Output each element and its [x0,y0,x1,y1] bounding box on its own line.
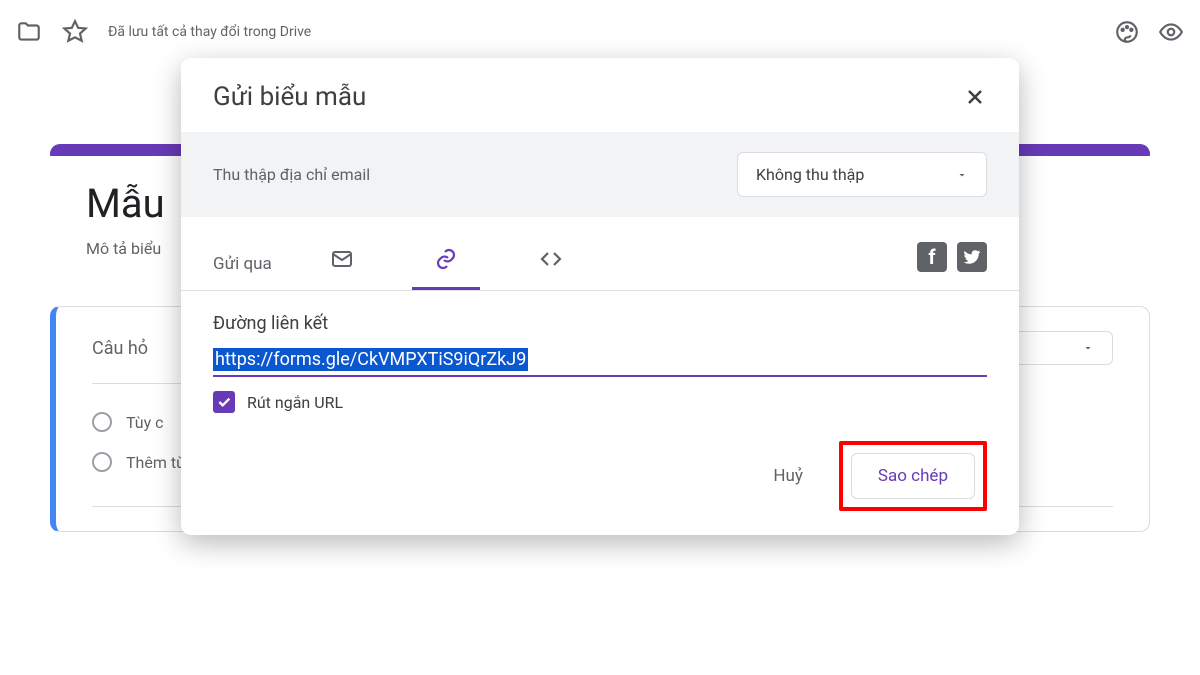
collect-email-row: Thu thập địa chỉ email Không thu thập [181,132,1019,217]
modal-title: Gửi biểu mẫu [213,82,366,112]
collect-email-value: Không thu thập [756,165,864,184]
cancel-button[interactable]: Huỷ [757,456,819,496]
link-input-value: https://forms.gle/CkVMPXTiS9iQrZkJ9 [213,348,528,371]
copy-button-highlight: Sao chép [839,441,987,511]
send-via-label: Gửi qua [213,254,272,274]
send-form-modal: Gửi biểu mẫu Thu thập địa chỉ email Khôn… [181,58,1019,535]
close-icon[interactable] [963,85,987,109]
share-facebook-button[interactable]: f [917,242,947,272]
share-twitter-button[interactable] [957,242,987,272]
tab-link[interactable] [412,237,480,290]
link-section-label: Đường liên kết [213,313,987,334]
tab-email[interactable] [308,237,376,290]
tab-embed[interactable] [516,237,586,290]
collect-email-select[interactable]: Không thu thập [737,152,987,197]
collect-email-label: Thu thập địa chỉ email [213,165,370,184]
copy-button[interactable]: Sao chép [851,453,975,499]
shorten-url-label: Rút ngắn URL [247,393,343,412]
chevron-down-icon [956,169,968,181]
send-via-row: Gửi qua f [181,217,1019,291]
shorten-url-checkbox[interactable] [213,391,235,413]
link-input[interactable]: https://forms.gle/CkVMPXTiS9iQrZkJ9 [213,348,987,377]
